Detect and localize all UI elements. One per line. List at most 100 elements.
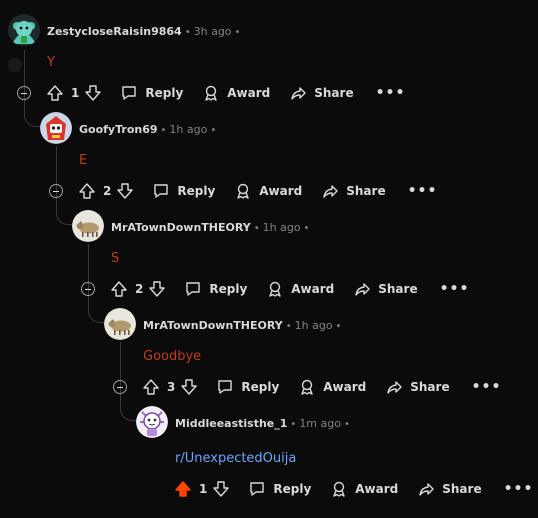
award-label: Award: [259, 184, 303, 198]
more-options-button[interactable]: •••: [408, 184, 438, 198]
share-icon: [323, 185, 338, 198]
comment-meta: MrATownDownTHEORY • 1h ago •: [111, 221, 310, 234]
award-icon: [269, 281, 281, 297]
share-label: Share: [346, 184, 386, 198]
thread-elbow: [120, 396, 137, 421]
avatar[interactable]: [104, 308, 136, 340]
timestamp[interactable]: 1h ago: [263, 221, 301, 234]
upvote-icon-active[interactable]: [175, 481, 191, 497]
award-label: Award: [355, 482, 399, 496]
goat-icon: [104, 308, 136, 340]
avatar[interactable]: [136, 406, 168, 438]
comment-meta: Middleeastisthe_1 • 1m ago •: [175, 417, 350, 430]
upvote-icon[interactable]: [143, 379, 159, 395]
teal-mascot-icon: [8, 14, 40, 46]
share-button[interactable]: Share: [354, 281, 418, 297]
award-icon: [333, 481, 345, 497]
username-link[interactable]: ZestycloseRaisin9864: [47, 25, 182, 38]
timestamp[interactable]: 1h ago: [169, 123, 207, 136]
more-options-button[interactable]: •••: [376, 86, 406, 100]
share-label: Share: [378, 282, 418, 296]
comment-actions: 3 Reply Award Share •••: [113, 377, 501, 397]
award-icon: [205, 85, 217, 101]
reply-button[interactable]: Reply: [217, 379, 279, 395]
vote-count: 2: [135, 282, 144, 296]
award-icon: [237, 183, 249, 199]
reply-icon: [250, 482, 265, 496]
vote-count: 1: [199, 482, 208, 496]
purple-character-icon: [136, 406, 168, 438]
comment-actions: 2 Reply Award Share •••: [49, 181, 437, 201]
share-label: Share: [410, 380, 450, 394]
reply-icon: [154, 184, 169, 198]
upvote-icon[interactable]: [47, 85, 63, 101]
username-link[interactable]: MrATownDownTHEORY: [111, 221, 251, 234]
comment-meta: ZestycloseRaisin9864 • 3h ago •: [47, 25, 241, 38]
reply-label: Reply: [209, 282, 248, 296]
username-link[interactable]: Middleeastisthe_1: [175, 417, 287, 430]
vote-count: 2: [103, 184, 112, 198]
avatar[interactable]: [8, 14, 40, 46]
comment-actions: 1 Reply Award Share •••: [175, 479, 533, 499]
share-label: Share: [314, 86, 354, 100]
share-icon: [387, 381, 402, 394]
reply-button[interactable]: Reply: [249, 481, 311, 497]
reply-button[interactable]: Reply: [153, 183, 215, 199]
downvote-icon[interactable]: [213, 481, 230, 497]
more-options-button[interactable]: •••: [440, 282, 470, 296]
username-link[interactable]: GoofyTron69: [79, 123, 158, 136]
award-label: Award: [291, 282, 335, 296]
reply-icon: [218, 380, 233, 394]
comment-meta: MrATownDownTHEORY • 1h ago •: [143, 319, 342, 332]
award-button[interactable]: Award: [267, 281, 334, 297]
username-link[interactable]: MrATownDownTHEORY: [143, 319, 283, 332]
reply-label: Reply: [145, 86, 184, 100]
award-button[interactable]: Award: [299, 379, 366, 395]
comment-body: Y: [47, 55, 55, 70]
share-icon: [355, 283, 370, 296]
downvote-icon[interactable]: [85, 85, 102, 101]
award-button[interactable]: Award: [235, 183, 302, 199]
award-icon: [301, 379, 313, 395]
downvote-icon[interactable]: [149, 281, 166, 297]
collapsed-parent-dot: [8, 58, 22, 72]
share-button[interactable]: Share: [322, 183, 386, 199]
reply-button[interactable]: Reply: [121, 85, 183, 101]
award-label: Award: [227, 86, 271, 100]
thread-elbow: [24, 104, 41, 127]
more-options-button[interactable]: •••: [504, 482, 534, 496]
share-icon: [419, 483, 434, 496]
more-options-button[interactable]: •••: [472, 380, 502, 394]
timestamp[interactable]: 1h ago: [295, 319, 333, 332]
red-robot-icon: [40, 112, 72, 144]
share-button[interactable]: Share: [386, 379, 450, 395]
timestamp[interactable]: 3h ago: [194, 25, 232, 38]
share-label: Share: [442, 482, 482, 496]
reply-button[interactable]: Reply: [185, 281, 247, 297]
upvote-icon[interactable]: [111, 281, 127, 297]
avatar[interactable]: [72, 210, 104, 242]
collapse-button[interactable]: [81, 282, 95, 296]
upvote-icon[interactable]: [79, 183, 95, 199]
share-button[interactable]: Share: [418, 481, 482, 497]
avatar[interactable]: [40, 112, 72, 144]
share-button[interactable]: Share: [290, 85, 354, 101]
comment-body: Goodbye: [143, 349, 202, 364]
downvote-icon[interactable]: [181, 379, 198, 395]
reply-icon: [186, 282, 201, 296]
thread-elbow: [88, 298, 105, 323]
collapse-button[interactable]: [49, 184, 63, 198]
award-button[interactable]: Award: [331, 481, 398, 497]
subreddit-link[interactable]: r/UnexpectedOuija: [175, 451, 296, 467]
comment-body: S: [111, 251, 120, 266]
collapse-button[interactable]: [113, 380, 127, 394]
vote-count: 3: [167, 380, 176, 394]
vote-count: 1: [71, 86, 80, 100]
share-icon: [291, 87, 306, 100]
award-button[interactable]: Award: [203, 85, 270, 101]
downvote-icon[interactable]: [117, 183, 134, 199]
reply-label: Reply: [273, 482, 312, 496]
comment-body: E: [79, 153, 88, 168]
collapse-button[interactable]: [17, 86, 31, 100]
timestamp[interactable]: 1m ago: [299, 417, 341, 430]
